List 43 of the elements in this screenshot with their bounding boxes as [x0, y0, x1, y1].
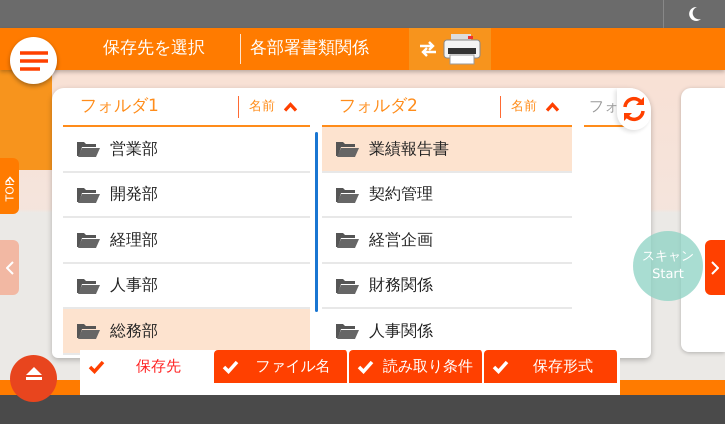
folder-icon	[76, 140, 100, 158]
folder-row[interactable]: 開発部	[63, 172, 310, 218]
chevron-left-icon	[6, 260, 14, 274]
printer-icon	[442, 33, 482, 65]
moon-icon[interactable]	[688, 6, 702, 22]
column-title: フォルダ2	[339, 94, 418, 118]
step-tab[interactable]: 読み取り条件	[349, 350, 484, 383]
screen-title: 保存先を選択	[103, 37, 205, 60]
check-icon	[222, 360, 239, 374]
folder-icon	[76, 276, 100, 294]
folder-icon	[335, 276, 359, 294]
check-icon	[492, 360, 509, 374]
folder-row[interactable]: 経営企画	[322, 218, 572, 264]
folder-row[interactable]: 契約管理	[322, 172, 572, 218]
check-icon	[357, 360, 374, 374]
folder-icon	[335, 186, 359, 203]
refresh-button[interactable]	[617, 88, 652, 130]
check-icon	[88, 360, 105, 374]
scrollbar[interactable]	[314, 132, 318, 312]
folder-path: 各部署書類関係	[250, 37, 369, 60]
eject-icon	[26, 367, 42, 380]
caret-up-icon	[545, 102, 560, 112]
column-title: フォ	[589, 96, 619, 118]
printer-switch-button[interactable]	[409, 28, 491, 70]
folder-icon	[76, 231, 100, 248]
menu-icon	[18, 50, 48, 70]
folder-icon	[335, 231, 359, 248]
folder-row[interactable]: 総務部	[63, 309, 310, 354]
folder-row[interactable]: 営業部	[63, 127, 310, 172]
step-tab[interactable]: 保存形式	[484, 350, 619, 383]
folder-row[interactable]: 業績報告書	[322, 127, 572, 172]
folder-row[interactable]: 財務関係	[322, 264, 572, 309]
column-title: フォルダ1	[80, 94, 159, 118]
folder-icon	[335, 322, 359, 340]
chevron-right-icon	[711, 260, 719, 274]
step-tab[interactable]: ファイル名	[214, 350, 349, 383]
caret-up-icon	[283, 102, 298, 112]
folder-icon	[76, 322, 100, 340]
folder-icon	[76, 186, 100, 203]
folder-row[interactable]: 経理部	[63, 218, 310, 264]
folder-icon	[335, 140, 359, 158]
swap-icon	[418, 41, 438, 57]
next-button[interactable]	[705, 240, 725, 295]
